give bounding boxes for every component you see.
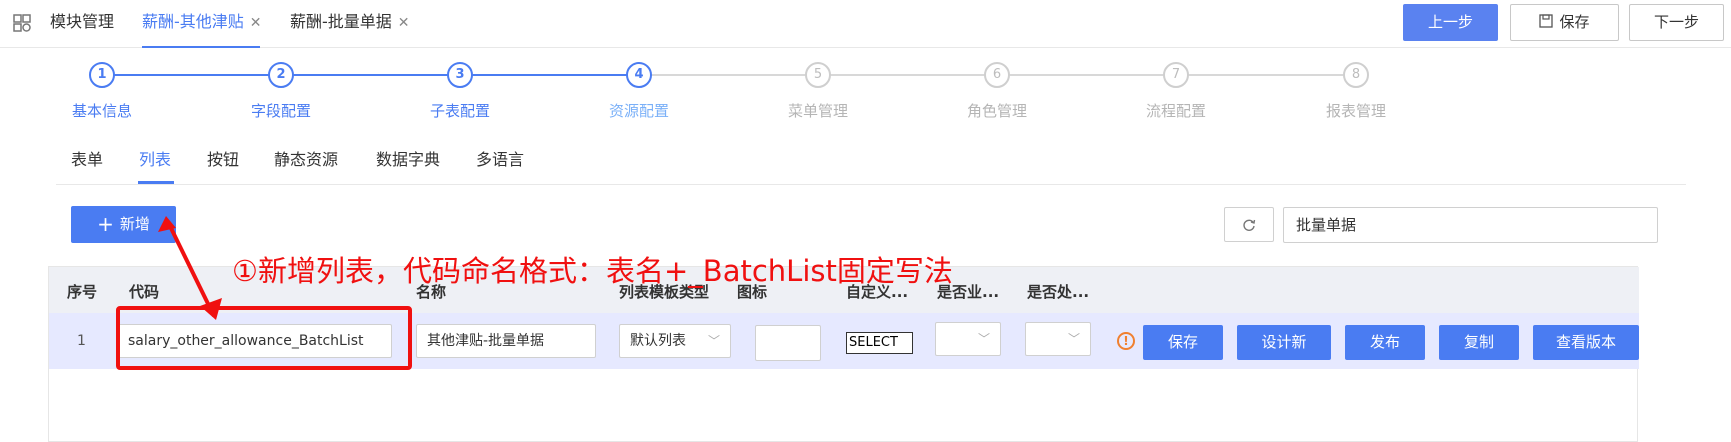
- step-label: 资源配置: [608, 102, 669, 120]
- step-label: 报表管理: [1325, 102, 1386, 120]
- row-design-new-button[interactable]: 设计新: [1237, 325, 1331, 360]
- subtab-multilanguage[interactable]: 多语言: [476, 146, 524, 170]
- subtab-list[interactable]: 列表: [139, 146, 171, 170]
- step-number: 3: [447, 62, 473, 88]
- add-button-label: 新增: [119, 215, 150, 233]
- custom-select[interactable]: SELECT: [846, 332, 913, 354]
- annotation-highlight-box: [116, 306, 412, 370]
- tab-label: 薪酬-其他津贴: [142, 12, 244, 31]
- step-label: 基本信息: [71, 102, 132, 120]
- sub-tab-bar: 表单 列表 按钮 静态资源 数据字典 多语言: [56, 128, 1686, 185]
- refresh-icon: [1243, 219, 1256, 231]
- step-label: 菜单管理: [787, 102, 848, 120]
- step-number: 6: [984, 62, 1010, 88]
- subtab-data-dictionary[interactable]: 数据字典: [376, 146, 440, 170]
- name-input[interactable]: 其他津贴-批量单据: [416, 324, 596, 358]
- close-icon[interactable]: ✕: [250, 15, 262, 31]
- step-label: 角色管理: [966, 102, 1027, 120]
- header-index: 序号: [67, 283, 98, 301]
- tab-label: 薪酬-批量单据: [290, 12, 392, 31]
- next-step-button[interactable]: 下一步: [1629, 4, 1724, 41]
- template-type-value: 默认列表: [630, 333, 686, 349]
- chevron-down-icon: ﹀: [977, 332, 990, 346]
- step-label: 字段配置: [250, 102, 311, 120]
- row-save-button[interactable]: 保存: [1143, 325, 1223, 360]
- page-root: 模块管理 薪酬-其他津贴 ✕ 薪酬-批量单据 ✕ 上一步 保存 下一步 1 基本信息…: [0, 0, 1731, 442]
- close-icon[interactable]: ✕: [398, 15, 410, 31]
- plus-icon: +: [97, 212, 114, 236]
- row-publish-button[interactable]: 发布: [1345, 325, 1425, 360]
- tab-label: 模块管理: [50, 12, 115, 31]
- step-number: 1: [89, 62, 115, 88]
- tab-salary-batch-doc[interactable]: 薪酬-批量单据 ✕: [290, 0, 410, 48]
- save-button-label: 保存: [1559, 13, 1590, 31]
- refresh-button[interactable]: [1224, 207, 1274, 242]
- add-button[interactable]: + 新增: [71, 206, 176, 243]
- row-view-versions-button[interactable]: 查看版本: [1533, 325, 1639, 360]
- save-button[interactable]: 保存: [1510, 4, 1619, 41]
- is-process-select[interactable]: ﹀: [1025, 322, 1091, 356]
- step-number: 2: [268, 62, 294, 88]
- tab-module-management[interactable]: 模块管理: [50, 0, 114, 48]
- row-copy-button[interactable]: 复制: [1439, 325, 1519, 360]
- top-tab-bar: 模块管理 薪酬-其他津贴 ✕ 薪酬-批量单据 ✕ 上一步 保存 下一步: [0, 0, 1731, 48]
- step-progress: 1 基本信息 2 字段配置 3 子表配置 4 资源配置 5 菜单管理 6 角色管…: [0, 48, 1731, 128]
- warning-icon: !: [1117, 332, 1135, 350]
- row-index: 1: [77, 333, 86, 349]
- subtab-static-resources[interactable]: 静态资源: [274, 146, 338, 170]
- subtab-form[interactable]: 表单: [71, 146, 103, 170]
- subtab-buttons[interactable]: 按钮: [207, 146, 239, 170]
- header-code: 代码: [129, 283, 160, 301]
- chevron-down-icon: ﹀: [707, 334, 720, 348]
- step-line-done: [102, 74, 638, 76]
- step-label: 流程配置: [1145, 102, 1206, 120]
- save-icon: [1539, 14, 1554, 28]
- step-number: 7: [1163, 62, 1189, 88]
- step-number: 8: [1343, 62, 1369, 88]
- active-tab-indicator: [138, 181, 174, 184]
- header-is-process: 是否处...: [1027, 283, 1090, 301]
- module-icon[interactable]: [12, 13, 32, 33]
- chevron-down-icon: ﹀: [1067, 332, 1080, 346]
- step-label: 子表配置: [429, 102, 490, 120]
- tab-salary-other-allowance[interactable]: 薪酬-其他津贴 ✕: [142, 0, 262, 48]
- search-input[interactable]: 批量单据: [1283, 207, 1658, 243]
- step-number: 4: [626, 62, 652, 88]
- annotation-text: ①新增列表，代码命名格式：表名+_BatchList固定写法: [232, 254, 953, 288]
- step-number: 5: [805, 62, 831, 88]
- is-business-select[interactable]: ﹀: [935, 322, 1001, 356]
- template-type-select[interactable]: 默认列表 ﹀: [619, 324, 731, 358]
- prev-step-button[interactable]: 上一步: [1403, 4, 1498, 41]
- icon-input[interactable]: [755, 325, 821, 361]
